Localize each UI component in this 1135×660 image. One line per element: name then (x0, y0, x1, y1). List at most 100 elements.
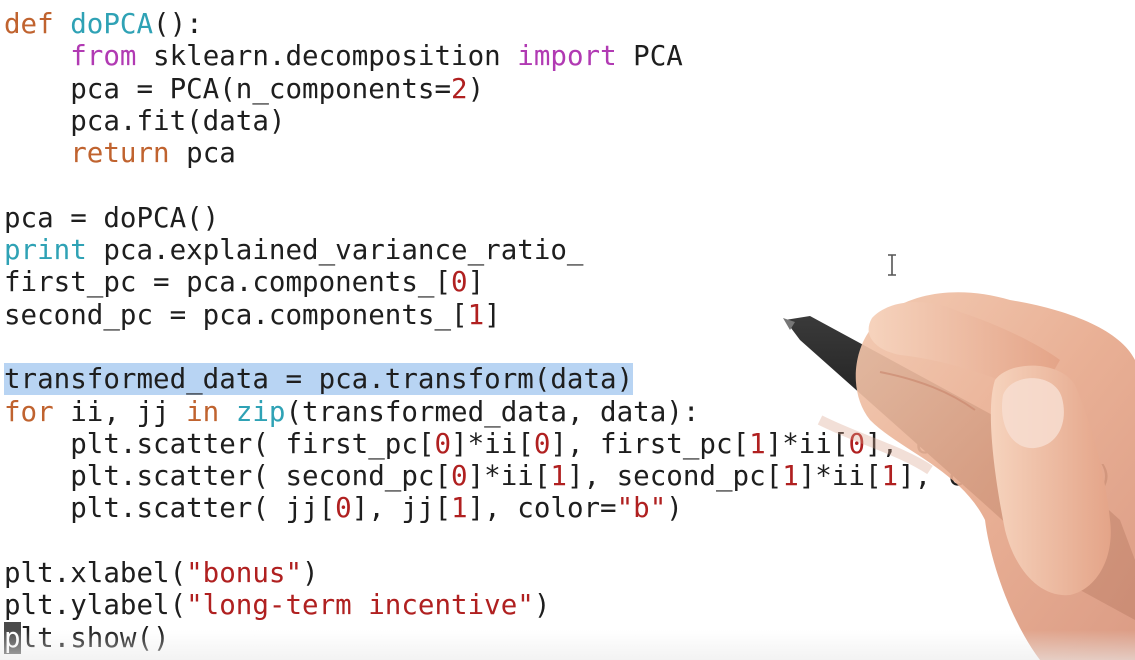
code-token: pca.fit(data) (4, 104, 286, 137)
code-token: first_pc = pca.components_[ (4, 266, 452, 299)
code-token: "c" (1047, 460, 1097, 493)
code-line[interactable]: print pca.explained_variance_ratio_ (4, 234, 1113, 266)
code-line[interactable]: return pca (4, 137, 1113, 169)
code-token: 1 (467, 298, 485, 331)
code-line[interactable]: transformed_data = pca.transform(data) (4, 363, 1113, 396)
code-token: return (70, 137, 170, 170)
code-line[interactable]: from sklearn.decomposition import PCA (4, 40, 1113, 72)
code-line[interactable]: plt.show() (4, 621, 1113, 654)
code-token: ], color= (865, 427, 1015, 460)
code-token: 2 (451, 72, 468, 105)
code-line-content: transformed_data = pca.transform(data) (4, 363, 634, 396)
code-token: pca = doPCA() (4, 201, 220, 234)
code-line-content: pca.fit(data) (4, 105, 285, 137)
code-token: pca = PCA(n_components= (4, 72, 452, 105)
code-line-content: plt.scatter( first_pc[0]*ii[0], first_pc… (4, 428, 1080, 460)
code-line-content: plt.xlabel("bonus") (4, 557, 319, 589)
code-line[interactable]: first_pc = pca.components_[0] (4, 266, 1113, 298)
code-token: doPCA (70, 8, 154, 40)
code-line[interactable]: plt.xlabel("bonus") (4, 557, 1113, 589)
code-token: def (4, 8, 54, 40)
code-token: import (517, 40, 617, 73)
code-token: 0 (451, 460, 468, 493)
code-token: (): (153, 8, 203, 40)
code-token: ] (467, 266, 485, 299)
code-token: ]*ii[ (451, 427, 534, 460)
code-token: PCA (616, 40, 683, 73)
code-token: ) (1096, 460, 1114, 493)
code-line-content: return pca (4, 137, 236, 169)
code-token: ) (666, 492, 683, 525)
code-line[interactable]: pca = PCA(n_components=2) (4, 73, 1113, 105)
code-line-content: plt.scatter( jj[0], jj[1], color="b") (4, 492, 683, 524)
code-token: 1 (550, 460, 567, 493)
code-token: plt.xlabel( (4, 557, 187, 590)
code-line[interactable]: second_pc = pca.components_[1] (4, 299, 1113, 331)
code-token: lt.show() (20, 621, 170, 654)
code-line[interactable] (4, 525, 1113, 557)
code-token: ]*ii[ (798, 460, 882, 493)
code-token: ]*ii[ (765, 427, 849, 460)
code-token: ) (1063, 427, 1081, 460)
code-token: zip (235, 395, 286, 428)
code-line[interactable]: for ii, jj in zip(transformed_data, data… (4, 396, 1113, 428)
code-token: 0 (451, 266, 468, 299)
code-token: 0 (848, 427, 865, 460)
code-line-content: plt.scatter( second_pc[0]*ii[1], second_… (4, 460, 1113, 492)
code-line-content: second_pc = pca.components_[1] (4, 299, 501, 331)
code-token: sklearn.decomposition (136, 40, 518, 73)
code-line[interactable]: plt.ylabel("long-term incentive") (4, 589, 1113, 621)
code-token: "bonus" (186, 557, 303, 590)
code-token: ], color= (898, 460, 1048, 493)
code-token: (transformed_data, data): (285, 395, 700, 428)
code-token: plt.ylabel( (4, 589, 187, 622)
code-line-content: pca = PCA(n_components=2) (4, 73, 484, 105)
code-line-content: first_pc = pca.components_[0] (4, 266, 484, 298)
code-token: ) (302, 557, 319, 590)
code-line-content: plt.ylabel("long-term incentive") (4, 589, 550, 621)
code-token: ], color= (467, 492, 617, 525)
text-cursor-icon (888, 254, 896, 276)
code-token: ii, jj (53, 395, 187, 428)
code-token: "r" (1014, 427, 1064, 460)
code-token: ] (484, 298, 501, 331)
code-token: print (4, 234, 87, 267)
code-line[interactable] (4, 169, 1113, 201)
code-token: plt.scatter( first_pc[ (4, 427, 435, 460)
code-token: ]*ii[ (467, 460, 551, 493)
code-line[interactable]: pca = doPCA() (4, 202, 1113, 234)
code-token: transformed_data = pca.transform(data) (4, 363, 634, 396)
code-token: pca.explained_variance_ratio_ (86, 234, 584, 267)
code-editor[interactable]: def doPCA(): from sklearn.decomposition … (4, 8, 1113, 654)
code-token: 0 (335, 492, 352, 525)
code-token: 1 (451, 492, 468, 525)
code-line[interactable]: def doPCA(): (4, 8, 1113, 40)
code-token: pca (169, 137, 236, 170)
code-line-content: for ii, jj in zip(transformed_data, data… (4, 396, 699, 428)
code-line[interactable]: plt.scatter( jj[0], jj[1], color="b") (4, 492, 1113, 524)
code-line-content: pca = doPCA() (4, 202, 219, 234)
code-token: ], first_pc[ (550, 427, 750, 460)
code-line[interactable] (4, 331, 1113, 363)
code-token: plt.scatter( second_pc[ (4, 460, 452, 493)
code-token: 0 (533, 427, 551, 460)
code-token: 1 (749, 427, 766, 460)
code-line-content: plt.show() (4, 621, 170, 654)
code-token: plt.scatter( jj[ (4, 492, 336, 525)
code-token: ) (467, 72, 485, 105)
text-caret: p (4, 621, 21, 654)
code-line-content: def doPCA(): (4, 8, 203, 40)
code-token: 1 (881, 460, 899, 493)
code-line[interactable]: pca.fit(data) (4, 105, 1113, 137)
code-line-content: print pca.explained_variance_ratio_ (4, 234, 584, 266)
code-token: 0 (434, 427, 452, 460)
code-token: ], jj[ (351, 492, 452, 525)
code-token: ], second_pc[ (566, 460, 783, 493)
code-line[interactable]: plt.scatter( second_pc[0]*ii[1], second_… (4, 460, 1113, 492)
code-line[interactable]: plt.scatter( first_pc[0]*ii[0], first_pc… (4, 428, 1113, 460)
code-editor-screen: def doPCA(): from sklearn.decomposition … (0, 0, 1135, 660)
